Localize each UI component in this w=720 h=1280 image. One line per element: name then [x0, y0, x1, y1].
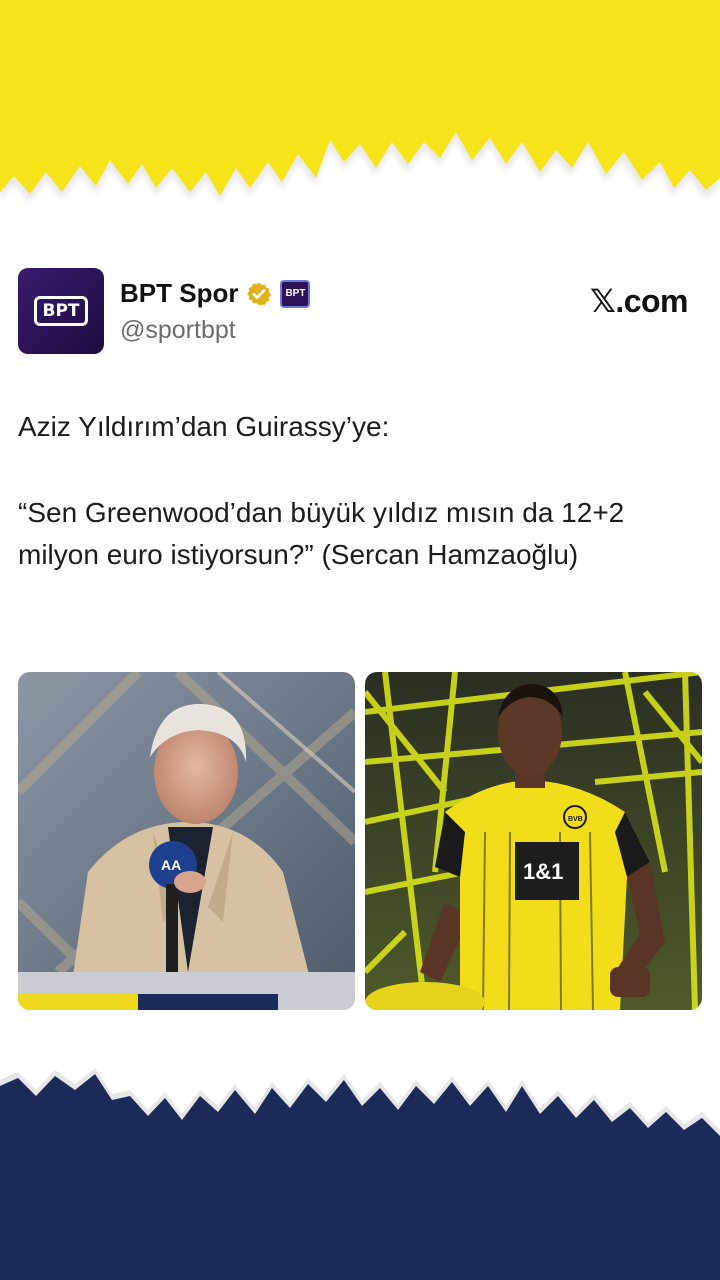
svg-text:BVB: BVB [568, 816, 583, 823]
tweet-text-line-1: Aziz Yıldırım’dan Guirassy’ye: [18, 411, 390, 442]
bottom-navy-torn-band [0, 1068, 720, 1280]
top-yellow-torn-band [0, 0, 720, 204]
photo-speaker-at-podium[interactable]: AA [18, 672, 355, 1010]
profile-avatar[interactable]: BPT [18, 268, 104, 354]
author-name-row[interactable]: BPT Spor BPT [120, 278, 311, 309]
svg-text:1&1: 1&1 [523, 859, 563, 884]
verified-badge-icon [247, 282, 272, 305]
author-name[interactable]: BPT Spor [120, 278, 238, 309]
svg-text:AA: AA [161, 857, 181, 873]
x-brand-logo: 𝕏.com [590, 283, 688, 319]
photo-footballer-in-jersey[interactable]: 1&1 BVB [365, 672, 702, 1010]
affiliate-logo-icon: BPT [280, 279, 311, 308]
author-handle[interactable]: @sportbpt [120, 316, 236, 345]
tweet-header: BPT BPT Spor BPT @sportbpt 𝕏.com [18, 268, 702, 358]
avatar-logo-text: BPT [34, 296, 88, 326]
tweet-body: Aziz Yıldırım’dan Guirassy’ye: “Sen Gree… [18, 406, 698, 576]
tweet-text-quote: “Sen Greenwood’dan büyük yıldız mısın da… [18, 497, 625, 570]
